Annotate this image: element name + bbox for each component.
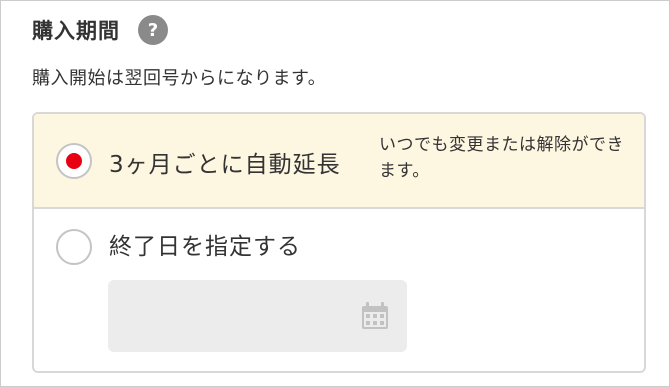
auto-renew-description: いつでも変更または解除ができます。 xyxy=(379,135,624,181)
radio-selected-dot xyxy=(66,153,82,169)
section-title: 購入期間 xyxy=(32,19,120,43)
auto-renew-label: 3ヶ月ごとに自動延長 xyxy=(109,152,341,178)
start-note: 購入開始は翌回号からになります。 xyxy=(32,68,327,89)
period-options: 3ヶ月ごとに自動延長 いつでも変更または解除ができます。 終了日を指定する xyxy=(32,112,646,373)
option-end-date[interactable]: 終了日を指定する xyxy=(34,209,644,371)
purchase-period-panel: 購入期間 ? 購入開始は翌回号からになります。 3ヶ月ごとに自動延長 いつでも変… xyxy=(0,0,670,387)
end-date-label: 終了日を指定する xyxy=(109,234,301,260)
calendar-icon[interactable] xyxy=(361,302,389,330)
help-icon[interactable]: ? xyxy=(138,15,168,45)
option-auto-renew[interactable]: 3ヶ月ごとに自動延長 いつでも変更または解除ができます。 xyxy=(34,114,644,209)
section-header: 購入期間 ? xyxy=(32,12,168,48)
end-date-radio[interactable] xyxy=(56,229,92,265)
auto-renew-radio[interactable] xyxy=(56,143,92,179)
end-date-field[interactable] xyxy=(108,280,407,352)
